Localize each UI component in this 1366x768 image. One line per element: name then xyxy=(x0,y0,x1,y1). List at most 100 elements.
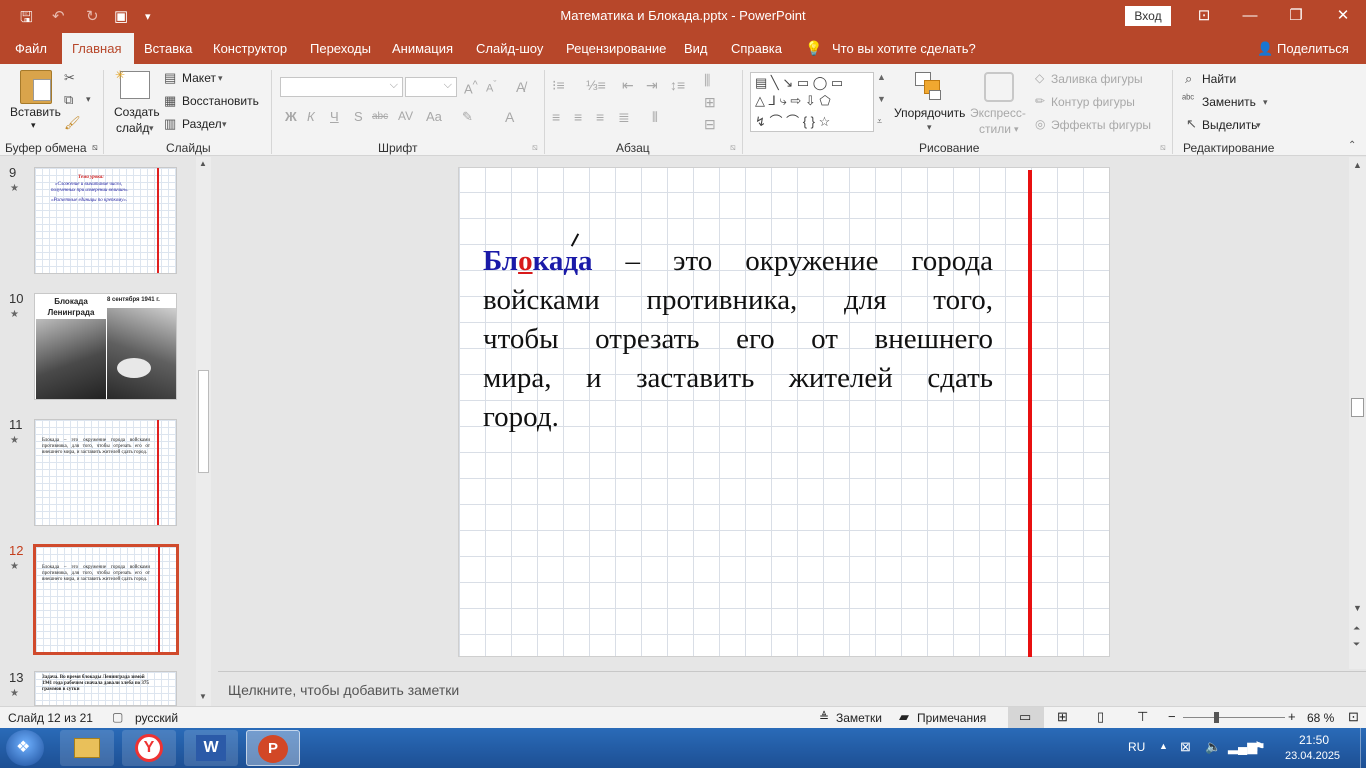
font-launcher-icon[interactable]: ⧅ xyxy=(532,142,538,153)
network-icon[interactable]: ▂▄▆ xyxy=(1228,739,1257,755)
slide-thumbnail-13[interactable]: Задача. Во время блокады Ленинграда зимо… xyxy=(34,671,177,706)
copy-icon[interactable]: ⧉ xyxy=(64,92,73,108)
language-indicator[interactable]: русский xyxy=(135,711,178,725)
ribbon-display-icon[interactable]: ⊡ xyxy=(1189,4,1219,28)
tell-me-search[interactable]: Что вы хотите сделать? xyxy=(822,33,986,64)
tray-expand-icon[interactable]: ▲ xyxy=(1159,741,1168,751)
main-scroll-thumb[interactable] xyxy=(1351,398,1364,417)
tab-review[interactable]: Рецензирование xyxy=(556,33,676,64)
comments-toggle-button[interactable]: Примечания xyxy=(917,711,986,725)
clear-format-icon[interactable]: A̸ xyxy=(516,79,525,95)
slide-thumbnail-11[interactable]: Блокада – это окружение города войсками … xyxy=(34,419,177,526)
close-button[interactable]: ✕ xyxy=(1328,4,1358,28)
slide-thumbnail-12[interactable]: Блокада – это окружение города войсками … xyxy=(33,544,179,655)
slide-thumbnail-10[interactable]: Блокада Ленинграда 8 сентября 1941 г. xyxy=(34,293,177,400)
main-scrollbar[interactable]: ▲ ▼ ⏶ ⏷ xyxy=(1349,157,1366,669)
slide-sorter-icon[interactable]: ⊞ xyxy=(1057,709,1068,725)
new-slide-button[interactable]: Создать xyxy=(114,105,160,119)
notes-toggle-button[interactable]: Заметки xyxy=(836,711,882,725)
clipboard-launcher-icon[interactable]: ⧅ xyxy=(92,142,98,153)
replace-button[interactable]: Заменить xyxy=(1202,95,1256,109)
font-name-combo[interactable]: ⌵ xyxy=(280,77,403,97)
reset-button[interactable]: Восстановить xyxy=(182,94,259,108)
collapse-ribbon-icon[interactable]: ⌃ xyxy=(1348,140,1356,151)
shape-outline-button[interactable]: Контур фигуры xyxy=(1051,95,1135,109)
paste-button[interactable]: Вставить xyxy=(10,105,61,119)
action-center-icon[interactable]: ⚑ xyxy=(1254,739,1266,755)
find-button[interactable]: Найти xyxy=(1202,72,1236,86)
section-button[interactable]: Раздел xyxy=(182,117,222,131)
layout-button[interactable]: Макет xyxy=(182,71,216,85)
shapes-gallery[interactable]: ▤ ╲ ↘ ▭ ◯ ▭ △ ⅃ ⤷ ⇨ ⇩ ⬠ ↯ ⌒ ⌒ { } ☆ xyxy=(750,72,890,132)
replace-dropdown-icon[interactable]: ▾ xyxy=(1263,97,1268,108)
arrange-button[interactable]: Упорядочить xyxy=(894,106,965,120)
shape-outline-icon[interactable]: ✏ xyxy=(1035,94,1045,108)
paste-dropdown-icon[interactable]: ▾ xyxy=(31,120,36,131)
align-center-icon[interactable]: ≡ xyxy=(574,109,582,125)
numbering-icon[interactable]: ⅓≡ xyxy=(586,77,606,93)
paste-icon[interactable] xyxy=(20,70,52,104)
highlight-icon[interactable]: ✎ xyxy=(462,109,473,125)
section-dropdown-icon[interactable]: ▾ xyxy=(222,119,227,130)
layout-dropdown-icon[interactable]: ▾ xyxy=(218,73,223,84)
quick-styles-icon[interactable] xyxy=(984,72,1014,102)
quick-styles-label2[interactable]: стили xyxy=(979,122,1011,136)
change-case-icon[interactable]: Aa xyxy=(426,109,442,124)
textbox-shape-icon[interactable]: ▤ ╲ ↘ ▭ ◯ ▭ xyxy=(755,75,843,91)
notes-pane[interactable]: Щелкните, чтобы добавить заметки xyxy=(218,671,1366,706)
new-slide-icon[interactable]: ✳ xyxy=(115,68,150,99)
tab-insert[interactable]: Вставка xyxy=(134,33,202,64)
thumbnail-scrollbar[interactable]: ▲ ▼ xyxy=(196,157,211,706)
tab-slideshow[interactable]: Слайд-шоу xyxy=(466,33,553,64)
reading-view-icon[interactable]: ▯ xyxy=(1097,709,1104,725)
quick-styles-button[interactable]: Экспресс- xyxy=(970,106,1026,120)
quick-styles-dropdown-icon[interactable]: ▾ xyxy=(1014,124,1019,135)
zoom-slider-thumb[interactable] xyxy=(1214,712,1219,723)
spellcheck-icon[interactable]: ▢ xyxy=(112,710,123,724)
arrange-icon[interactable] xyxy=(915,72,943,102)
tab-design[interactable]: Конструктор xyxy=(203,33,297,64)
powerpoint-taskbar-icon[interactable]: P xyxy=(246,730,300,766)
normal-view-button[interactable]: ▭ xyxy=(1008,707,1044,728)
tab-home[interactable]: Главная xyxy=(62,33,134,64)
justify-icon[interactable]: ≣ xyxy=(618,109,630,126)
slide-thumbnail-9[interactable]: Тема урока: «Сложение и вычитание чисел,… xyxy=(34,167,177,274)
copy-dropdown-icon[interactable]: ▾ xyxy=(86,94,91,105)
format-painter-icon[interactable]: 🖌 xyxy=(64,115,81,131)
share-button[interactable]: Поделиться xyxy=(1267,33,1359,64)
new-slide-label2[interactable]: слайд xyxy=(116,121,149,135)
clock-date[interactable]: 23.04.2025 xyxy=(1285,750,1340,762)
align-text-icon[interactable]: ⊞ xyxy=(704,94,716,111)
next-slide-icon[interactable]: ⏷ xyxy=(1353,639,1360,650)
slideshow-view-icon[interactable]: ⊤ xyxy=(1137,709,1148,725)
increase-font-icon[interactable]: A^ xyxy=(464,79,478,96)
increase-indent-icon[interactable]: ⇥ xyxy=(646,77,658,94)
notes-placeholder[interactable]: Щелкните, чтобы добавить заметки xyxy=(228,682,459,698)
underline-icon[interactable]: Ч xyxy=(330,109,339,124)
decrease-indent-icon[interactable]: ⇤ xyxy=(622,77,634,94)
tab-help[interactable]: Справка xyxy=(721,33,792,64)
font-size-combo[interactable]: ⌵ xyxy=(405,77,457,97)
shape-fill-icon[interactable]: ◇ xyxy=(1035,71,1044,85)
yandex-browser-taskbar-icon[interactable]: Y xyxy=(122,730,176,766)
bullets-icon[interactable]: ⁝≡ xyxy=(552,77,565,94)
slide-body-text[interactable]: Блокада – это окружение города войсками … xyxy=(483,242,993,437)
zoom-in-icon[interactable]: + xyxy=(1288,709,1296,724)
shapes-scroll[interactable]: ▲ ▼ ⩡ xyxy=(873,72,890,132)
cut-icon[interactable]: ✂ xyxy=(64,70,75,86)
bold-icon[interactable]: Ж xyxy=(285,109,297,124)
maximize-button[interactable]: ❐ xyxy=(1281,4,1311,28)
minimize-button[interactable]: — xyxy=(1235,4,1265,28)
shapes-row3-icon[interactable]: ↯ ⌒ ⌒ { } ☆ xyxy=(755,111,830,130)
start-button[interactable]: ❖ xyxy=(6,730,44,766)
explorer-taskbar-icon[interactable] xyxy=(60,730,114,766)
clock-time[interactable]: 21:50 xyxy=(1299,733,1329,747)
tab-animations[interactable]: Анимация xyxy=(382,33,463,64)
show-desktop-button[interactable] xyxy=(1360,728,1366,768)
shadow-icon[interactable]: S xyxy=(354,109,363,124)
signin-button[interactable]: Вход xyxy=(1125,6,1171,26)
drawing-launcher-icon[interactable]: ⧅ xyxy=(1160,142,1166,153)
smartart-icon[interactable]: ⊟ xyxy=(704,116,716,133)
shape-fill-button[interactable]: Заливка фигуры xyxy=(1051,72,1143,86)
zoom-slider[interactable] xyxy=(1183,717,1285,718)
